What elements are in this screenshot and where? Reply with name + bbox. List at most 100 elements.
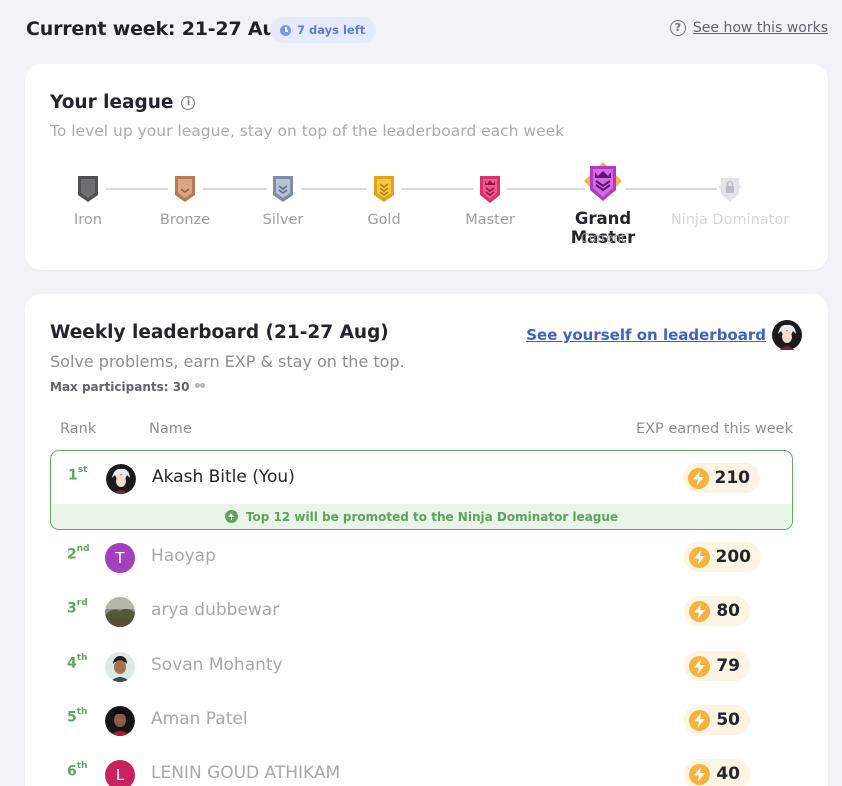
track-connector [203, 188, 267, 190]
track-connector [507, 188, 585, 190]
exp-badge: 50 [684, 705, 750, 735]
rank-number: 4 [67, 655, 77, 672]
league-card: Your league i To level up your league, s… [25, 64, 828, 270]
leaderboard-row[interactable]: 5th Aman Patel 50 [50, 693, 793, 747]
rank-number: 5 [67, 709, 77, 726]
user-name: Haoyap [151, 546, 216, 566]
days-left-badge: 7 days left [270, 17, 377, 43]
column-name: Name [149, 421, 192, 437]
rank-cell: 3rd [67, 598, 88, 617]
tier-label: Ninja Dominator [670, 212, 790, 228]
column-rank: Rank [60, 421, 97, 437]
master-shield-icon [480, 176, 500, 203]
rank-cell: 5th [67, 707, 88, 726]
leaderboard-row[interactable]: 6th L LENIN GOUD ATHIKAM 40 [50, 747, 793, 786]
max-participants-label: Max participants: 30 [50, 380, 190, 394]
exp-value: 200 [715, 547, 752, 567]
avatar: T [105, 543, 135, 573]
people-icon [195, 383, 208, 391]
bolt-icon [689, 600, 711, 622]
track-connector [301, 188, 367, 190]
leaderboard-row[interactable]: 4th Sovan Mohanty 79 [50, 639, 793, 693]
grand-master-shield-icon [584, 162, 622, 201]
tier-label: Master [465, 212, 515, 228]
promotion-banner: Top 12 will be promoted to the Ninja Dom… [51, 504, 792, 529]
info-icon[interactable]: i [181, 95, 196, 110]
leaderboard-subtitle: Solve problems, earn EXP & stay on the t… [50, 352, 405, 371]
locked-shield-icon [718, 175, 742, 202]
avatar: L [105, 760, 135, 786]
see-yourself-link[interactable]: See yourself on leaderboard [526, 320, 802, 350]
avatar [105, 597, 135, 627]
exp-badge: 40 [684, 759, 750, 786]
bronze-shield-icon [175, 176, 195, 202]
current-tier-note: Current [580, 231, 626, 245]
see-how-this-works-link[interactable]: ? See how this works [669, 20, 828, 36]
rank-suffix: th [76, 653, 88, 663]
clock-icon [280, 24, 291, 36]
exp-badge: 210 [682, 463, 760, 493]
days-left-label: 7 days left [297, 23, 366, 37]
leaderboard-row[interactable]: 3rd arya dubbewar 80 [50, 584, 793, 638]
rank-number: 6 [67, 763, 77, 780]
leaderboard-row-me[interactable]: 1st Akash Bitle (You) 210 Top 12 will be… [50, 450, 793, 530]
question-icon: ? [669, 20, 686, 36]
exp-badge: 200 [683, 542, 761, 572]
bolt-icon [688, 546, 710, 568]
rank-cell: 1st [68, 465, 88, 484]
my-avatar [772, 320, 802, 350]
rank-suffix: th [76, 761, 88, 771]
exp-value: 80 [716, 601, 740, 621]
promotion-note: Top 12 will be promoted to the Ninja Dom… [245, 509, 619, 524]
exp-value: 210 [714, 468, 751, 488]
track-connector [401, 188, 473, 190]
user-name: LENIN GOUD ATHIKAM [151, 763, 341, 783]
rank-cell: 4th [67, 653, 88, 672]
exp-value: 79 [716, 656, 740, 676]
user-name: Sovan Mohanty [151, 655, 283, 675]
league-track: Iron Bronze Silver Gold Master Grand Mas… [25, 162, 828, 252]
rank-suffix: th [76, 707, 88, 717]
top-bar: Current week: 21-27 Aug 7 days left ? Se… [26, 15, 828, 45]
track-connector [106, 188, 168, 190]
exp-value: 50 [716, 710, 740, 730]
max-participants: Max participants: 30 [50, 380, 208, 394]
arrow-up-icon [224, 510, 238, 523]
rank-number: 1 [68, 467, 78, 484]
avatar [105, 706, 135, 736]
leaderboard-title: Weekly leaderboard (21-27 Aug) [50, 322, 389, 343]
rank-suffix: nd [76, 544, 90, 554]
exp-badge: 79 [684, 651, 750, 681]
leaderboard-row[interactable]: 2nd T Haoyap 200 [50, 530, 793, 584]
rank-cell: 2nd [67, 544, 90, 563]
leaderboard-card: Weekly leaderboard (21-27 Aug) Solve pro… [25, 294, 828, 786]
league-title: Your league [50, 92, 174, 113]
exp-value: 40 [716, 764, 740, 784]
iron-shield-icon [78, 176, 98, 202]
league-subtitle: To level up your league, stay on top of … [50, 122, 565, 140]
user-name: Aman Patel [151, 709, 248, 729]
silver-shield-icon [273, 176, 293, 202]
rank-number: 3 [67, 600, 77, 617]
column-exp: EXP earned this week [635, 421, 793, 437]
tier-label: Gold [367, 212, 401, 228]
user-name: Akash Bitle (You) [152, 467, 295, 487]
bolt-icon [689, 655, 711, 677]
user-name: arya dubbewar [151, 600, 280, 620]
avatar [105, 652, 135, 682]
rank-suffix: st [77, 465, 88, 475]
bolt-icon [689, 709, 711, 731]
bolt-icon [689, 763, 711, 785]
avatar [106, 464, 136, 494]
see-how-this-works-label: See how this works [692, 20, 828, 36]
gold-shield-icon [374, 176, 394, 202]
league-title-row: Your league i [50, 92, 196, 113]
current-week-title: Current week: 21-27 Aug [26, 18, 290, 40]
see-yourself-label: See yourself on leaderboard [526, 326, 766, 344]
track-connector [625, 188, 717, 190]
rank-suffix: rd [76, 598, 88, 608]
exp-badge: 80 [684, 596, 750, 626]
rank-cell: 6th [67, 761, 88, 780]
bolt-icon [687, 467, 709, 489]
rank-number: 2 [67, 546, 77, 563]
